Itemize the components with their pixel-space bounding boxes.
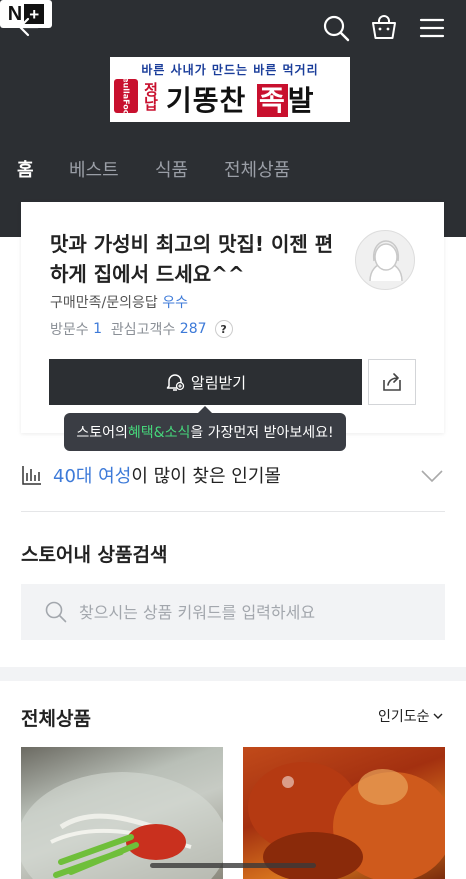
chevron-down-icon xyxy=(433,713,443,719)
rating-label: 구매만족/문의응답 xyxy=(50,295,158,311)
store-logo[interactable]: 바른 사내가 만드는 바른 먹거리 BeullaFood 정납 기똥찬 족발 xyxy=(110,57,350,122)
popular-demographic-row[interactable]: 40대 여성이 많이 찾은 인기몰 xyxy=(21,455,445,495)
sort-label: 인기도순 xyxy=(378,709,430,725)
divider xyxy=(21,511,445,512)
bar-chart-icon xyxy=(22,466,41,485)
cart-icon[interactable] xyxy=(366,10,402,46)
logo-sub: 정납 xyxy=(144,81,158,113)
store-avatar xyxy=(355,230,415,290)
product-thumbnail[interactable] xyxy=(243,747,445,879)
store-tabs: 홈 베스트 식품 전체상품 xyxy=(0,156,466,192)
popular-suffix: 이 많이 찾은 인기몰 xyxy=(131,466,281,487)
followers-label: 관심고객수 xyxy=(110,322,176,338)
tab-food[interactable]: 식품 xyxy=(155,156,188,182)
popular-highlight: 40대 여성 xyxy=(53,466,132,487)
logo-main-text: 기똥찬 족발 xyxy=(166,79,315,119)
logo-stamp: BeullaFood xyxy=(114,71,138,121)
tab-all-products[interactable]: 전체상품 xyxy=(224,156,290,182)
search-icon[interactable] xyxy=(318,10,354,46)
search-icon xyxy=(45,601,67,623)
stats-line: 방문수 1 관심고객수 287 ? xyxy=(50,319,233,339)
product-thumbnail[interactable] xyxy=(21,747,223,879)
share-icon xyxy=(383,373,401,391)
visits-value: 1 xyxy=(93,321,103,337)
tooltip-prefix: 스토어의 xyxy=(76,425,128,441)
rating-line: 구매만족/문의응답 우수 xyxy=(50,292,188,312)
store-search-box[interactable] xyxy=(21,584,445,640)
chevron-down-icon[interactable] xyxy=(419,463,445,489)
notification-subscribe-button[interactable]: 알림받기 xyxy=(49,359,362,405)
followers-value: 287 xyxy=(179,321,207,337)
help-icon[interactable]: ? xyxy=(214,320,233,338)
hamburger-menu-icon[interactable] xyxy=(414,10,450,46)
product-search-input[interactable] xyxy=(79,602,419,622)
tab-best[interactable]: 베스트 xyxy=(69,156,119,182)
home-indicator xyxy=(150,863,316,868)
logo-main-b: 족 xyxy=(257,84,288,117)
popular-text: 40대 여성이 많이 찾은 인기몰 xyxy=(53,462,281,488)
sort-dropdown[interactable]: 인기도순 xyxy=(378,706,443,726)
visits-label: 방문수 xyxy=(50,322,89,338)
store-headline: 맛과 가성비 최고의 맛집! 이젠 편하게 집에서 드세요^^ xyxy=(50,232,334,286)
store-info-card: 맛과 가성비 최고의 맛집! 이젠 편하게 집에서 드세요^^ 구매만족/문의응… xyxy=(21,202,444,433)
tooltip-suffix: 을 가장먼저 받아보세요! xyxy=(190,425,334,441)
tab-home[interactable]: 홈 xyxy=(17,156,34,182)
share-button[interactable] xyxy=(368,359,416,405)
alarm-button-label: 알림받기 xyxy=(190,373,247,392)
store-search-title: 스토어내 상품검색 xyxy=(21,544,168,566)
bell-plus-icon xyxy=(166,374,185,391)
all-products-title: 전체상품 xyxy=(21,708,91,730)
section-gap xyxy=(0,667,466,681)
tooltip-highlight: 혜택&소식 xyxy=(127,425,191,441)
logo-tagline: 바른 사내가 만드는 바른 먹거리 xyxy=(141,63,319,77)
back-arrow-icon[interactable] xyxy=(12,10,46,44)
top-bar: N + xyxy=(0,0,466,54)
logo-main-a: 기똥찬 xyxy=(166,84,258,117)
logo-main-c: 발 xyxy=(287,84,315,117)
subscribe-tooltip: 스토어의 혜택&소식 을 가장먼저 받아보세요! xyxy=(64,406,346,451)
rating-value: 우수 xyxy=(162,295,188,311)
